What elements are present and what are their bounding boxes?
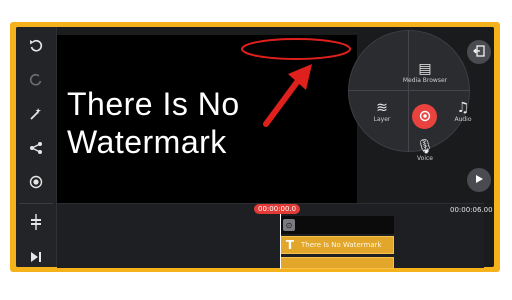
media-browser-icon: ▤ (418, 61, 432, 77)
voice-button[interactable]: 🎙 Voice (400, 140, 450, 163)
text-layer-clip[interactable]: T There Is No Watermark (280, 236, 394, 254)
microphone-icon: 🎙 (416, 139, 434, 155)
second-layer-clip[interactable] (280, 257, 394, 269)
layer-label: Layer (373, 116, 391, 123)
redo-button[interactable] (16, 67, 56, 97)
redo-icon (29, 73, 43, 91)
exit-icon (473, 44, 485, 60)
undo-icon (29, 39, 43, 57)
preview-overlay-text: There Is No Watermark (67, 86, 240, 160)
toolbar-divider (19, 203, 53, 204)
annotation-arrow (263, 64, 312, 127)
exit-button[interactable] (467, 40, 491, 64)
playhead[interactable] (280, 214, 281, 269)
record-circle-icon (29, 175, 43, 193)
audio-button[interactable]: ♫ Audio (443, 101, 483, 124)
wheel-divider-vertical (408, 30, 409, 152)
record-button[interactable] (16, 169, 56, 199)
share-icon (29, 141, 43, 159)
layer-button[interactable]: ≋ Layer (362, 101, 402, 124)
voice-label: Voice (417, 155, 433, 162)
end-time: 00:00:06.00 (450, 206, 493, 214)
media-clip-icon: ⊙ (283, 219, 295, 231)
text-layer-label: There Is No Watermark (301, 241, 382, 249)
effects-button[interactable] (16, 101, 56, 131)
left-toolbar (16, 27, 57, 267)
undo-button[interactable] (16, 33, 56, 63)
timeline-adjust-button[interactable] (16, 209, 56, 239)
capture-button[interactable] (412, 104, 437, 129)
share-button[interactable] (16, 135, 56, 165)
audio-label: Audio (454, 116, 472, 123)
media-wheel (348, 30, 470, 152)
layers-icon: ≋ (376, 100, 388, 116)
timeline-adjust-icon (29, 214, 43, 234)
skip-to-end-button[interactable] (16, 243, 56, 267)
current-time-badge: 00:00:00.0 (254, 204, 301, 214)
media-browser-button[interactable]: ▤ Media Browser (390, 62, 460, 85)
wheel-divider-horizontal (348, 90, 470, 91)
annotation-ellipse (241, 38, 351, 60)
magic-wand-icon (29, 107, 43, 125)
text-layer-icon: T (285, 238, 295, 252)
media-browser-label: Media Browser (402, 77, 448, 84)
skip-end-icon (29, 249, 43, 267)
play-icon (474, 173, 484, 187)
video-track[interactable] (280, 216, 394, 234)
music-note-icon: ♫ (456, 100, 470, 116)
play-button[interactable] (467, 168, 491, 192)
aperture-icon (419, 107, 431, 126)
